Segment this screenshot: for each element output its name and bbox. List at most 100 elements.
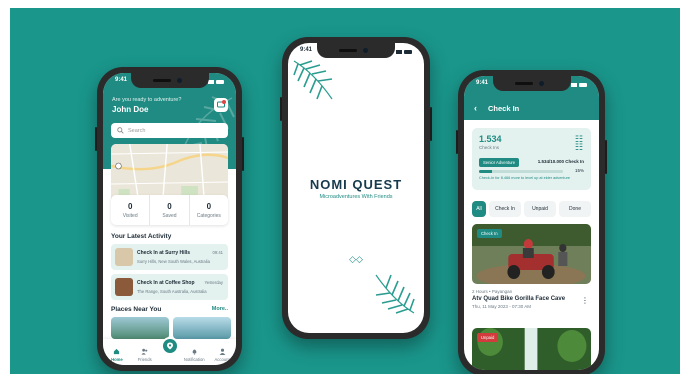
stat-label: Categories: [196, 212, 221, 219]
signal-icon: [571, 83, 577, 87]
progress-bar: [479, 170, 563, 173]
phone-notch: [130, 73, 209, 88]
palm-leaf-icon: [293, 60, 333, 100]
phone-notch: [492, 76, 571, 91]
status-time: 9:41: [476, 80, 489, 86]
battery-icon: [404, 50, 412, 54]
loading-mark-icon: ◇◇: [349, 254, 363, 264]
bell-icon: [192, 349, 197, 355]
checkin-label: Check Ins: [479, 145, 500, 150]
search-icon: [117, 127, 124, 134]
search-placeholder: Search: [128, 127, 146, 134]
level-badge: Senior Adventure: [479, 158, 520, 167]
places-near-title: Places Near You: [111, 306, 162, 313]
friends-icon: [141, 348, 148, 355]
trip-status-badge: Unpaid: [477, 333, 499, 342]
filter-done[interactable]: Done: [559, 201, 591, 217]
trip-card[interactable]: Check In 2 Hours • Payangan Atv Quad Bik…: [472, 224, 591, 309]
phone-notch: [317, 43, 395, 58]
activity-thumbnail: [115, 248, 133, 266]
battery-icon: [579, 83, 587, 87]
page-title: Check In: [488, 104, 520, 113]
activity-time: Yesterday: [204, 280, 223, 285]
list-view-icon[interactable]: ☷ ☷: [575, 135, 583, 152]
stat-categories[interactable]: 0 Categories: [190, 195, 228, 225]
greeting-text: Are you ready to adventure?: [112, 97, 182, 103]
filter-unpaid[interactable]: Unpaid: [524, 201, 556, 217]
activity-item[interactable]: Check In at Coffee Shop The Range, South…: [111, 274, 228, 300]
activity-thumbnail: [115, 278, 133, 296]
search-input[interactable]: Search: [111, 123, 228, 138]
progress-percent: 15%: [574, 168, 584, 173]
activity-subtitle: The Range, South Australia, Australia: [137, 289, 207, 294]
notification-button[interactable]: [214, 98, 228, 112]
stat-value: 0: [127, 201, 133, 211]
tab-account[interactable]: Account: [210, 348, 234, 362]
check-in-fab-button[interactable]: [160, 337, 179, 355]
stat-value: 0: [167, 201, 172, 211]
filter-all[interactable]: All: [472, 201, 486, 217]
stat-label: Saved: [162, 212, 177, 219]
splash-screen: 9:41 NOMI QUEST Microadventures With Fri…: [288, 43, 424, 333]
home-icon: [114, 348, 120, 355]
tab-label: Friends: [137, 357, 152, 362]
stat-value: 0: [206, 201, 212, 211]
activity-item[interactable]: Check In at Surry Hills Surry Hills, New…: [111, 244, 228, 270]
more-options-icon[interactable]: ⋮: [581, 296, 589, 305]
latest-activity-title: Your Latest Activity: [111, 233, 172, 240]
location-pin-icon: [166, 342, 173, 350]
trip-card[interactable]: Unpaid: [472, 328, 591, 370]
status-icons: [571, 80, 587, 90]
phone-checkin: 9:41 ‹ Check In 1.534 Check Ins ☷ ☷ Senio…: [456, 70, 607, 374]
more-places-link[interactable]: More..: [212, 306, 228, 312]
app-logo: NOMI QUEST: [309, 177, 403, 192]
trip-status-badge: Check In: [477, 229, 502, 238]
trip-meta: 2 Hours • Payangan: [472, 289, 513, 294]
progress-fill: [479, 170, 492, 173]
stat-visited[interactable]: 0 Visited: [111, 195, 151, 225]
signal-icon: [208, 80, 214, 84]
status-time: 9:41: [300, 47, 313, 53]
trip-title: Atv Quad Bike Gorilla Face Cave: [472, 296, 566, 302]
phone-home: 9:41 Are you ready to adventure? John Do…: [95, 67, 244, 371]
tab-label: Home: [111, 357, 123, 362]
activity-title: Check In at Coffee Shop: [137, 280, 195, 286]
palm-leaf-icon: [375, 274, 415, 314]
filter-tabs: All Check In Unpaid Done: [472, 201, 591, 217]
filter-check-in[interactable]: Check In: [489, 201, 521, 217]
activity-time: 09:41: [212, 250, 223, 255]
tab-label: Account: [214, 357, 230, 362]
place-card[interactable]: [173, 317, 231, 339]
battery-icon: [216, 80, 224, 84]
account-icon: [219, 348, 225, 355]
user-name: John Doe: [112, 105, 149, 114]
activity-title: Check In at Surry Hills: [137, 250, 191, 256]
activity-subtitle: Surry Hills, New South Wales, Australia: [137, 259, 210, 264]
progress-note: Check-In for 8.466 more to level up at e…: [479, 176, 570, 180]
checkin-screen: 9:41 ‹ Check In 1.534 Check Ins ☷ ☷ Senio…: [464, 76, 599, 370]
status-icons: [208, 77, 224, 87]
phone-splash: 9:41 NOMI QUEST Microadventures With Fri…: [280, 37, 432, 339]
trip-image: Unpaid: [472, 328, 591, 370]
status-icons: [396, 47, 412, 57]
background-stage: 9:41 Are you ready to adventure? John Do…: [10, 8, 680, 374]
home-screen: 9:41 Are you ready to adventure? John Do…: [103, 73, 236, 365]
stats-card: 0 Visited 0 Saved 0 Categories: [111, 195, 228, 225]
checkin-summary-card: 1.534 Check Ins ☷ ☷ Senior Adventure 1.53…: [472, 128, 591, 190]
stat-label: Visited: [122, 212, 138, 219]
status-time: 9:41: [115, 77, 128, 83]
back-button[interactable]: ‹: [474, 103, 477, 113]
place-card[interactable]: [111, 317, 169, 339]
tab-home[interactable]: Home: [105, 348, 129, 362]
tab-label: Notification: [183, 357, 205, 362]
checkin-count: 1.534: [479, 134, 502, 144]
trip-date: Thu, 11 May 2023 - 07:30 AM: [472, 304, 531, 309]
message-icon: [217, 101, 225, 108]
stat-saved[interactable]: 0 Saved: [150, 195, 190, 225]
app-tagline: Microadventures With Friends: [319, 194, 393, 200]
signal-icon: [396, 50, 402, 54]
tab-friends[interactable]: Friends: [133, 348, 157, 362]
tab-notification[interactable]: Notification: [182, 348, 206, 362]
progress-text: 1.534/10.000 Check In: [537, 159, 584, 164]
trip-image: Check In: [472, 224, 591, 284]
